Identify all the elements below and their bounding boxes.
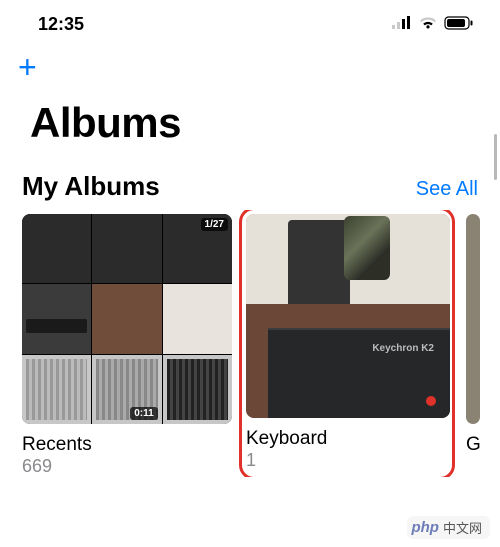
album-thumbnail — [466, 214, 480, 424]
status-time: 12:35 — [38, 14, 84, 35]
section-title: My Albums — [22, 171, 160, 202]
watermark: php 中文网 — [407, 516, 490, 539]
scroll-indicator — [494, 134, 497, 180]
album-keyboard[interactable]: Keychron K2 Keyboard 1 — [242, 210, 452, 477]
wifi-icon — [418, 14, 438, 35]
album-thumbnail: Keychron K2 — [246, 214, 450, 418]
album-name: Keyboard — [246, 428, 448, 450]
album-name: G — [466, 434, 480, 456]
watermark-text: 中文网 — [443, 518, 482, 537]
see-all-link[interactable]: See All — [416, 178, 478, 201]
watermark-logo: php — [411, 519, 439, 536]
badge-count: 1/27 — [201, 218, 228, 231]
status-bar: 12:35 — [0, 0, 500, 45]
toolbar: + — [0, 45, 500, 91]
page-title: Albums — [0, 91, 500, 161]
album-recents[interactable]: 1/27 0:11 Recents 669 — [22, 214, 232, 477]
album-thumbnail: 1/27 0:11 — [22, 214, 232, 424]
section-header: My Albums See All — [0, 161, 500, 210]
album-peek[interactable]: G — [466, 214, 480, 477]
battery-icon — [444, 14, 474, 35]
status-indicators — [392, 14, 474, 35]
add-button[interactable]: + — [18, 51, 37, 83]
album-name: Recents — [22, 434, 232, 456]
album-count: 1 — [246, 450, 448, 471]
cellular-icon — [392, 14, 412, 35]
badge-duration: 0:11 — [130, 407, 157, 420]
album-count: 669 — [22, 456, 232, 477]
box-label: Keychron K2 — [372, 343, 434, 354]
albums-scroll[interactable]: 1/27 0:11 Recents 669 Keychron K2 Keyboa… — [0, 210, 500, 477]
